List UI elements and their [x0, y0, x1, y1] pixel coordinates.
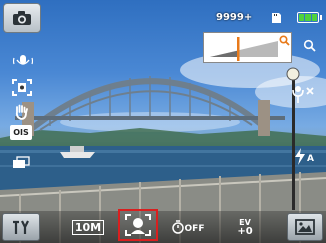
memory-card-icon	[270, 11, 282, 24]
face-frame-icon[interactable]	[11, 78, 33, 96]
zoom-search-icon	[278, 34, 290, 46]
ev-value: +0	[237, 226, 253, 237]
flash-auto-icon[interactable]: A	[293, 147, 315, 165]
flash-auto-label: A	[307, 154, 314, 164]
self-timer-label: OFF	[184, 224, 205, 234]
audio-record-icon[interactable]	[12, 53, 34, 68]
zoom-magnifier-icon[interactable]	[302, 38, 316, 52]
scene-menu-icon	[295, 219, 315, 235]
ois-label: OIS	[13, 128, 29, 137]
shots-remaining-label: 9999+	[216, 12, 253, 23]
battery-indicator	[297, 12, 322, 23]
resolution-label: 10M	[71, 219, 105, 235]
ois-icon[interactable]: OIS	[10, 125, 32, 140]
face-detection-icon	[125, 214, 151, 236]
scene-menu-button[interactable]	[287, 213, 323, 241]
camera-mode-button[interactable]	[3, 3, 41, 33]
resolution-button[interactable]: 10M	[70, 213, 106, 241]
bottom-toolbar	[0, 211, 326, 243]
face-detection-button[interactable]	[118, 209, 158, 241]
camera-viewfinder[interactable]: 9999+ OIS A 10M OFF EV +0	[0, 0, 326, 243]
settings-icon	[13, 220, 29, 234]
shots-remaining-count: 9999+	[216, 12, 252, 23]
self-timer-icon	[171, 220, 184, 234]
settings-button[interactable]	[2, 213, 40, 241]
camera-icon	[13, 11, 31, 25]
self-timer-button[interactable]: OFF	[170, 213, 206, 241]
drive-mode-icon[interactable]	[11, 155, 31, 169]
macro-icon[interactable]	[286, 83, 316, 105]
hand-icon[interactable]	[12, 103, 30, 121]
exposure-value-button[interactable]: EV +0	[230, 213, 260, 241]
